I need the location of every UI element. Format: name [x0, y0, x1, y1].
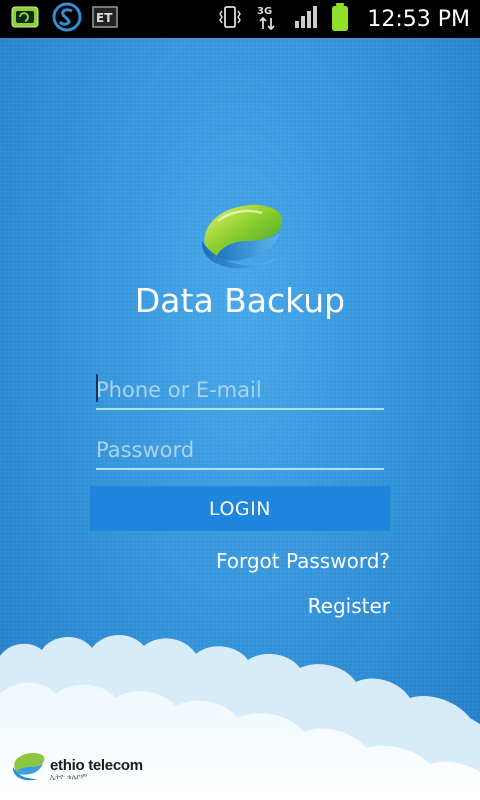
login-button[interactable]: LOGIN [90, 486, 390, 531]
login-screen: Data Backup Phone or E-mail Password LOG… [0, 38, 480, 800]
signal-strength-icon [293, 4, 319, 34]
phone-or-email-placeholder: Phone or E-mail [96, 378, 262, 402]
brand-name: ethio telecom [50, 756, 143, 774]
ethio-telecom-logo-icon [10, 751, 46, 787]
status-time: 12:53 PM [367, 6, 470, 32]
vibrate-icon [217, 4, 243, 34]
phone-or-email-input[interactable]: Phone or E-mail [96, 368, 384, 410]
password-placeholder: Password [96, 438, 195, 462]
et-app-icon: ET [92, 5, 118, 33]
network-type-label: 3G [257, 6, 272, 17]
data-backup-logo-icon [196, 201, 286, 276]
network-3g-icon: 3G [255, 3, 281, 35]
brand-subtitle: ኢትዮ ቴሌኮም [50, 772, 88, 781]
ethio-telecom-brand: ethio telecom ኢትዮ ቴሌኮም [10, 751, 143, 787]
app-title: Data Backup [134, 281, 346, 320]
svg-text:ET: ET [96, 11, 113, 25]
password-input[interactable]: Password [96, 428, 384, 470]
battery-icon [331, 2, 349, 36]
screen-mirror-icon [10, 3, 42, 35]
status-bar: ET 3G 12:53 PM [0, 0, 480, 38]
text-cursor [96, 374, 98, 402]
login-button-label: LOGIN [209, 497, 271, 520]
forgot-password-link[interactable]: Forgot Password? [216, 549, 390, 573]
s-app-icon [52, 2, 82, 36]
